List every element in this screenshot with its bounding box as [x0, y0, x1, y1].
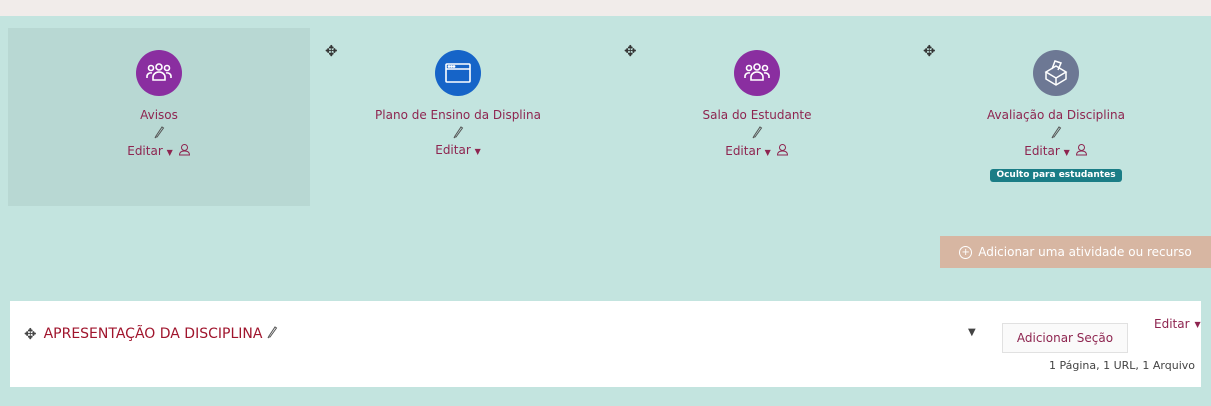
forum-people-icon[interactable] [734, 50, 780, 96]
activity-title[interactable]: Avaliação da Disciplina [987, 108, 1125, 122]
edit-title-pencil-icon[interactable] [1050, 124, 1062, 139]
edit-title-pencil-icon[interactable] [751, 124, 763, 139]
add-activity-button[interactable]: + Adicionar uma atividade ou recurso [940, 236, 1211, 268]
activity-title[interactable]: Sala do Estudante [702, 108, 811, 122]
section-editor-menu-button[interactable]: Editar ▼ [1154, 317, 1201, 331]
section-title-text[interactable]: APRESENTAÇÃO DA DISCIPLINA [44, 326, 263, 342]
add-section-button[interactable]: Adicionar Seção [1002, 323, 1128, 353]
assign-roles-user-icon[interactable] [178, 143, 191, 159]
editor-label[interactable]: Editar [435, 143, 471, 157]
editor-menu-button[interactable]: Editar ▼ [1024, 144, 1070, 158]
caret-down-icon[interactable]: ▼ [167, 148, 173, 157]
add-activity-label: Adicionar uma atividade ou recurso [978, 245, 1192, 259]
collapse-chevron-icon[interactable]: ▼ [968, 327, 976, 338]
ballot-box-icon[interactable] [1033, 50, 1079, 96]
editor-label[interactable]: Editar [1154, 317, 1190, 331]
edit-title-pencil-icon[interactable] [266, 325, 278, 343]
editor-menu-button[interactable]: Editar ▼ [127, 144, 173, 158]
caret-down-icon[interactable]: ▼ [765, 148, 771, 157]
caret-down-icon[interactable]: ▼ [1064, 148, 1070, 157]
activity-tile-plano-ensino[interactable]: Plano de Ensino da Displina Editar ▼ [307, 28, 609, 206]
editor-menu-button[interactable]: Editar ▼ [725, 144, 771, 158]
assign-roles-user-icon[interactable] [1075, 143, 1088, 159]
course-section-panel: ✥ Avisos Editar ▼ ✥ [0, 16, 1211, 406]
editor-menu-button[interactable]: Editar ▼ [435, 143, 481, 157]
course-section: ✥ APRESENTAÇÃO DA DISCIPLINA ▼ Adicionar… [10, 301, 1201, 387]
hidden-from-students-badge: Oculto para estudantes [990, 169, 1122, 182]
caret-down-icon[interactable]: ▼ [1195, 320, 1201, 329]
plus-circle-icon: + [959, 245, 973, 259]
move-handle-icon[interactable]: ✥ [24, 325, 37, 343]
section-summary: 1 Página, 1 URL, 1 Arquivo [1048, 359, 1195, 372]
section-title: ✥ APRESENTAÇÃO DA DISCIPLINA [24, 325, 278, 343]
forum-people-icon[interactable] [136, 50, 182, 96]
activity-tile-avaliacao[interactable]: Avaliação da Disciplina Editar ▼ Oculto … [905, 28, 1207, 206]
activity-title[interactable]: Plano de Ensino da Displina [375, 108, 541, 122]
activity-tile-avisos[interactable]: Avisos Editar ▼ [8, 28, 310, 206]
activity-title[interactable]: Avisos [140, 108, 178, 122]
browser-window-icon[interactable] [435, 50, 481, 96]
edit-title-pencil-icon[interactable] [153, 124, 165, 139]
editor-label[interactable]: Editar [725, 144, 761, 158]
activity-tile-sala-estudante[interactable]: Sala do Estudante Editar ▼ [606, 28, 908, 206]
editor-label[interactable]: Editar [127, 144, 163, 158]
assign-roles-user-icon[interactable] [776, 143, 789, 159]
edit-title-pencil-icon[interactable] [452, 124, 464, 139]
caret-down-icon[interactable]: ▼ [475, 147, 481, 156]
editor-label[interactable]: Editar [1024, 144, 1060, 158]
